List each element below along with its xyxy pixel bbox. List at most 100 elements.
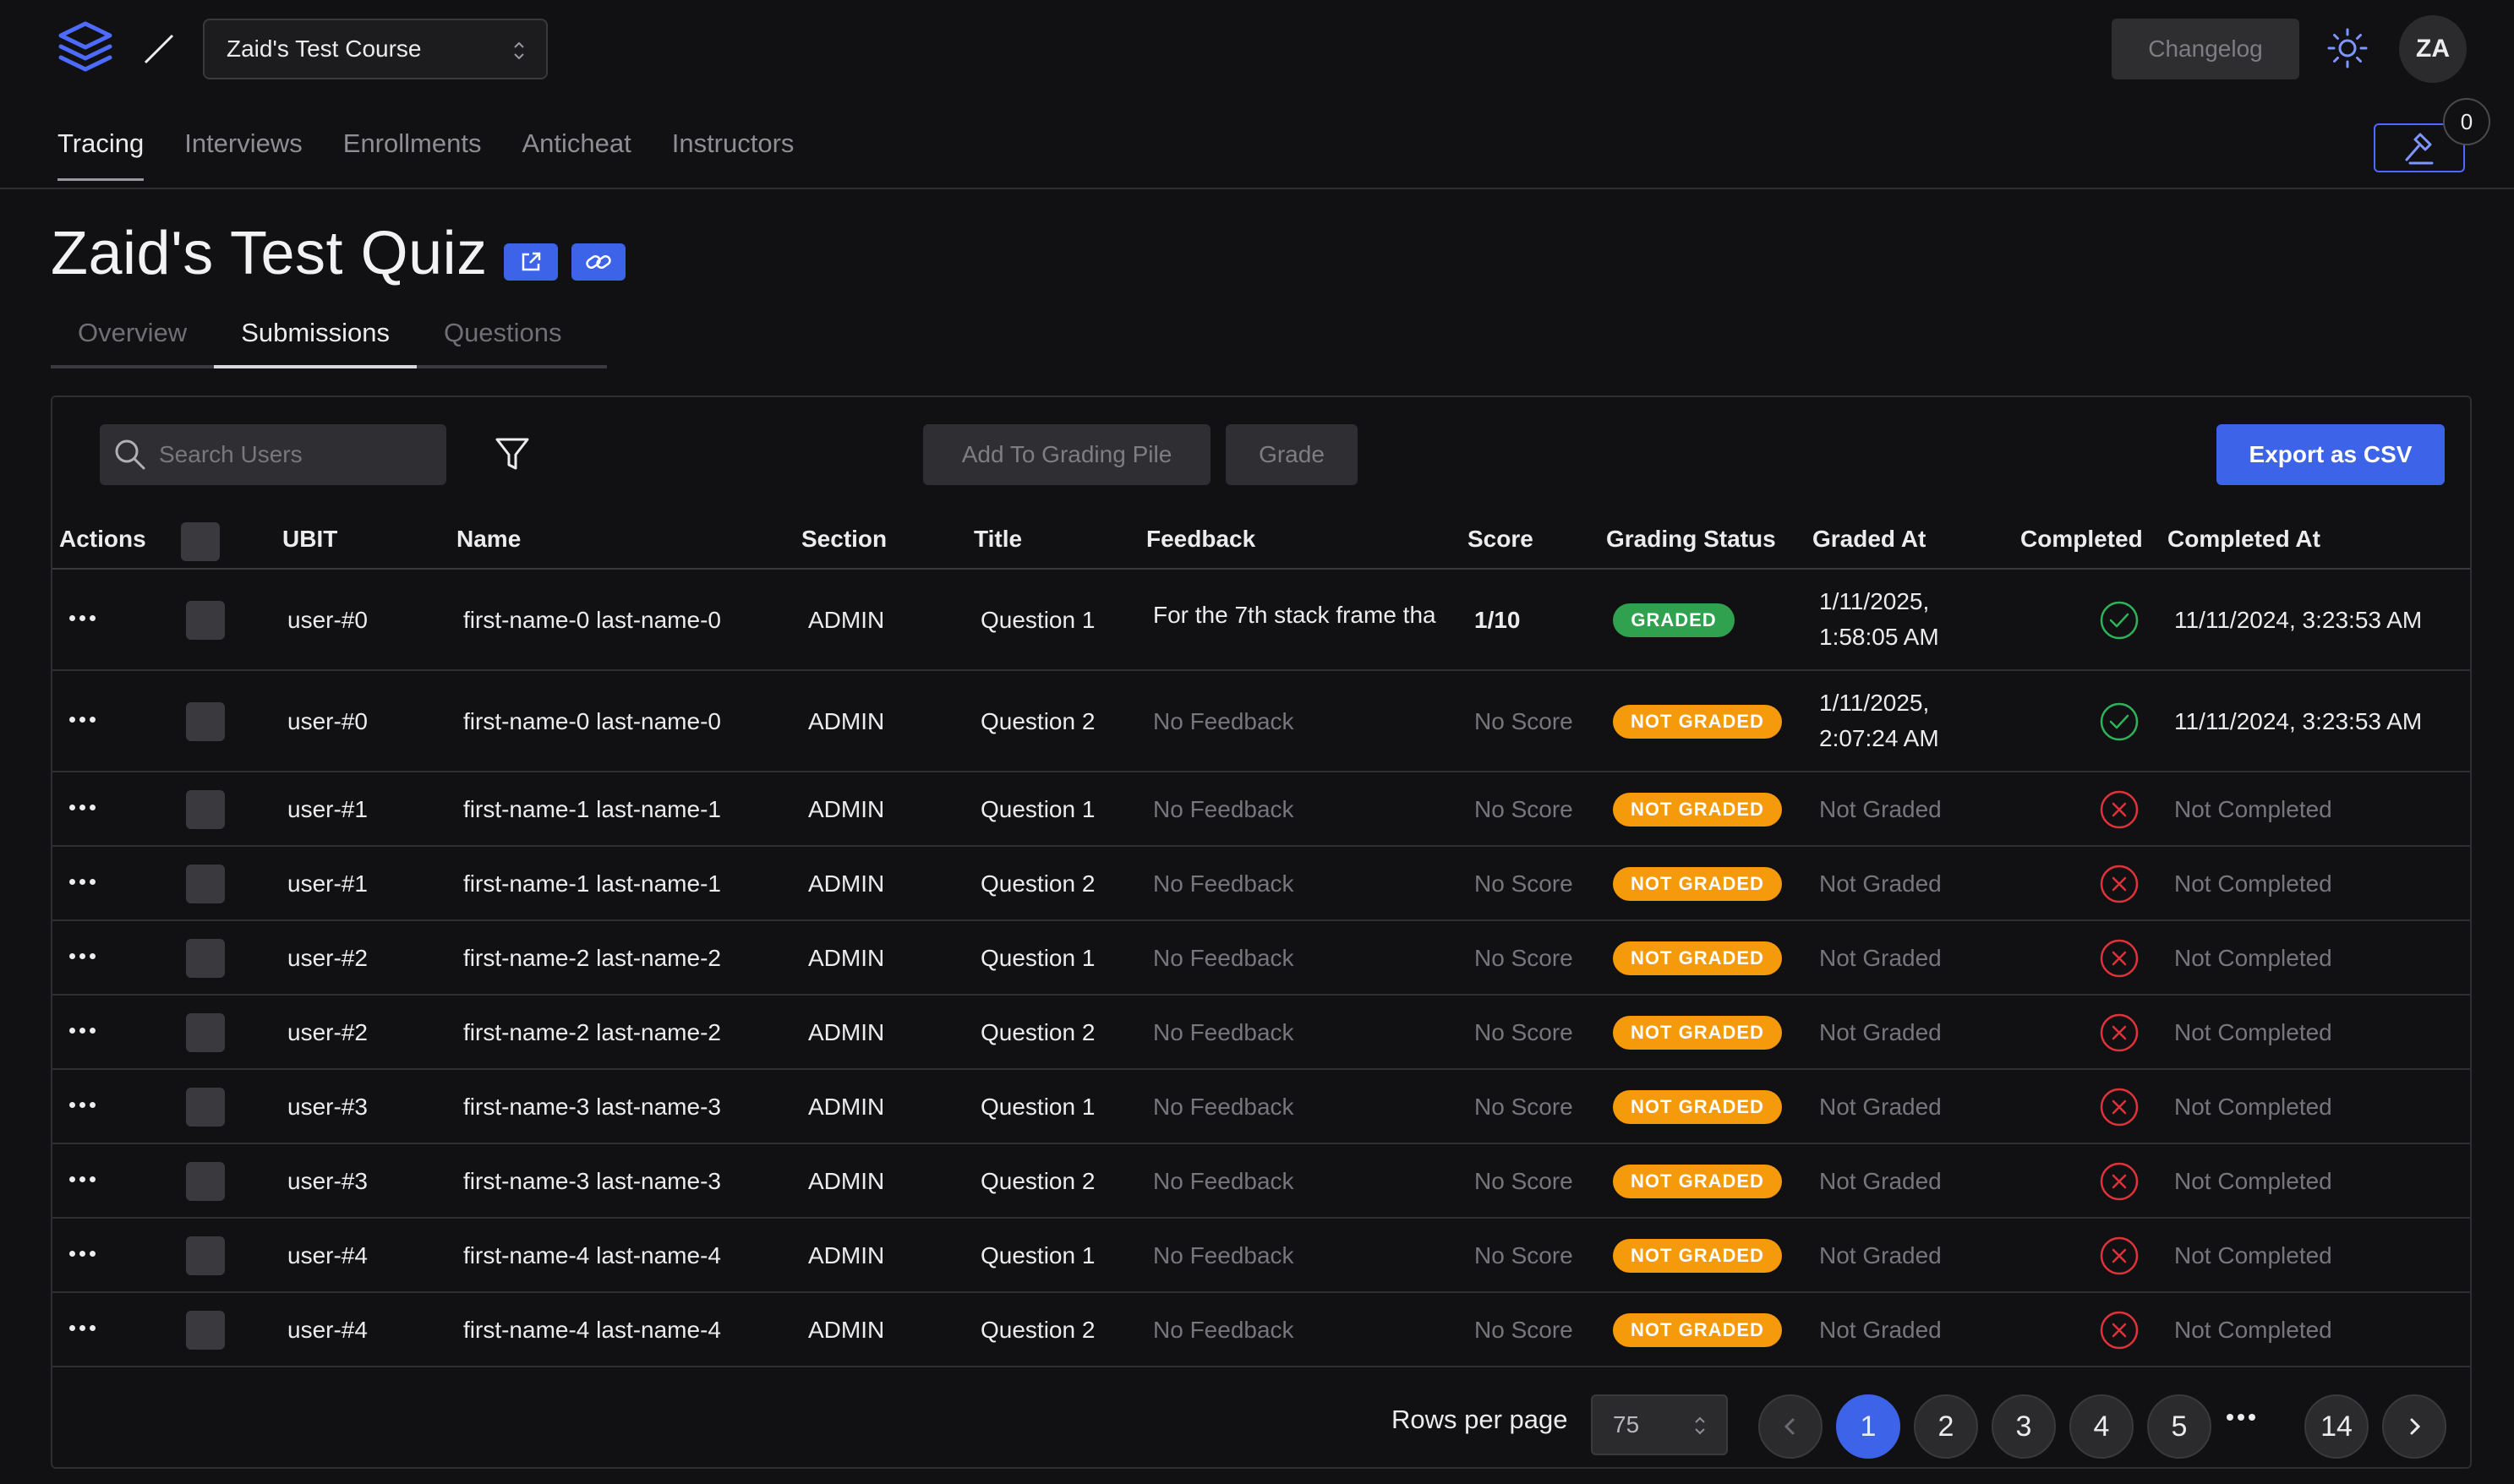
cell-name: first-name-0 last-name-0 bbox=[463, 607, 721, 633]
row-actions-menu-icon[interactable] bbox=[69, 1097, 101, 1108]
row-checkbox[interactable] bbox=[186, 1236, 225, 1275]
table-row[interactable]: user-#3 first-name-3 last-name-3 ADMIN Ques… bbox=[52, 1070, 2470, 1144]
cell-graded-at: Not Graded bbox=[1819, 870, 1942, 897]
row-checkbox[interactable] bbox=[186, 1311, 225, 1350]
cell-graded-at-time: 1:58:05 AM bbox=[1819, 624, 1939, 650]
grade-button[interactable]: Grade bbox=[1226, 424, 1358, 485]
cell-name: first-name-4 last-name-4 bbox=[463, 1242, 721, 1268]
cell-ubit: user-#3 bbox=[287, 1094, 368, 1120]
tab-questions[interactable]: Questions bbox=[417, 304, 589, 365]
page-button-4[interactable]: 4 bbox=[2069, 1394, 2134, 1459]
cell-name: first-name-2 last-name-2 bbox=[463, 1019, 721, 1045]
table-row[interactable]: user-#4 first-name-4 last-name-4 ADMIN Ques… bbox=[52, 1293, 2470, 1367]
completed-check-icon bbox=[2100, 601, 2139, 640]
row-actions-menu-icon[interactable] bbox=[69, 874, 101, 885]
row-checkbox[interactable] bbox=[186, 790, 225, 829]
table-row[interactable]: user-#1 first-name-1 last-name-1 ADMIN Ques… bbox=[52, 772, 2470, 847]
row-checkbox[interactable] bbox=[186, 702, 225, 741]
table-row[interactable]: user-#1 first-name-1 last-name-1 ADMIN Ques… bbox=[52, 847, 2470, 921]
tab-submissions[interactable]: Submissions bbox=[214, 304, 417, 368]
rows-per-page-label: Rows per page bbox=[1391, 1405, 1568, 1434]
row-checkbox[interactable] bbox=[186, 865, 225, 903]
cell-ubit: user-#4 bbox=[287, 1317, 368, 1343]
column-header-title[interactable]: Title bbox=[974, 526, 1022, 553]
submissions-panel: Add To Grading Pile Grade Export as CSV … bbox=[51, 396, 2472, 1469]
changelog-button[interactable]: Changelog bbox=[2112, 19, 2299, 79]
rows-per-page-select[interactable]: 75 bbox=[1591, 1394, 1728, 1455]
table-row[interactable]: user-#4 first-name-4 last-name-4 ADMIN Ques… bbox=[52, 1219, 2470, 1293]
row-actions-menu-icon[interactable] bbox=[69, 712, 101, 723]
table-row[interactable]: user-#3 first-name-3 last-name-3 ADMIN Ques… bbox=[52, 1144, 2470, 1219]
select-all-checkbox[interactable] bbox=[181, 522, 220, 561]
row-actions-menu-icon[interactable] bbox=[69, 1171, 101, 1182]
column-header-grading-status[interactable]: Grading Status bbox=[1606, 526, 1776, 553]
column-header-name[interactable]: Name bbox=[456, 526, 521, 553]
table-row[interactable]: user-#0 first-name-0 last-name-0 ADMIN Ques… bbox=[52, 570, 2470, 671]
cell-ubit: user-#1 bbox=[287, 870, 368, 897]
row-actions-menu-icon[interactable] bbox=[69, 799, 101, 810]
cell-ubit: user-#0 bbox=[287, 607, 368, 633]
table-row[interactable]: user-#2 first-name-2 last-name-2 ADMIN Ques… bbox=[52, 921, 2470, 996]
cell-name: first-name-3 last-name-3 bbox=[463, 1168, 721, 1194]
column-header-ubit[interactable]: UBIT bbox=[282, 526, 337, 553]
cell-score: No Score bbox=[1474, 945, 1573, 971]
cell-feedback: No Feedback bbox=[1153, 1019, 1294, 1045]
column-header-score[interactable]: Score bbox=[1467, 526, 1533, 553]
next-page-button[interactable] bbox=[2382, 1394, 2446, 1459]
cell-section: ADMIN bbox=[808, 1317, 885, 1343]
column-header-feedback[interactable]: Feedback bbox=[1146, 526, 1255, 553]
copy-link-button[interactable] bbox=[571, 243, 626, 281]
row-actions-menu-icon[interactable] bbox=[69, 610, 101, 621]
export-csv-button[interactable]: Export as CSV bbox=[2216, 424, 2445, 485]
table-row[interactable]: user-#2 first-name-2 last-name-2 ADMIN Ques… bbox=[52, 996, 2470, 1070]
column-header-graded-at[interactable]: Graded At bbox=[1812, 526, 1926, 553]
cell-title: Question 2 bbox=[981, 870, 1096, 897]
cell-title: Question 1 bbox=[981, 1242, 1096, 1268]
row-checkbox[interactable] bbox=[186, 1088, 225, 1127]
tab-tracing[interactable]: Tracing bbox=[57, 118, 145, 181]
column-header-section[interactable]: Section bbox=[801, 526, 887, 553]
tab-enrollments[interactable]: Enrollments bbox=[343, 118, 482, 181]
table-row[interactable]: user-#0 first-name-0 last-name-0 ADMIN Ques… bbox=[52, 671, 2470, 772]
row-checkbox[interactable] bbox=[186, 1013, 225, 1052]
previous-page-button[interactable] bbox=[1758, 1394, 1823, 1459]
filter-icon[interactable] bbox=[492, 433, 533, 475]
row-checkbox[interactable] bbox=[186, 601, 225, 640]
cell-name: first-name-1 last-name-1 bbox=[463, 870, 721, 897]
user-avatar[interactable]: ZA bbox=[2399, 15, 2467, 83]
search-users-input[interactable] bbox=[157, 440, 436, 469]
grading-status-badge: NOT GRADED bbox=[1613, 705, 1782, 739]
link-icon bbox=[586, 255, 611, 269]
row-actions-menu-icon[interactable] bbox=[69, 1246, 101, 1257]
row-actions-menu-icon[interactable] bbox=[69, 1023, 101, 1034]
row-actions-menu-icon[interactable] bbox=[69, 1320, 101, 1331]
grading-status-badge: NOT GRADED bbox=[1613, 793, 1782, 827]
cell-graded-at: Not Graded bbox=[1819, 1317, 1942, 1343]
external-link-icon bbox=[522, 252, 541, 271]
page-button-2[interactable]: 2 bbox=[1914, 1394, 1978, 1459]
column-header-completed-at[interactable]: Completed At bbox=[2167, 526, 2320, 553]
open-external-button[interactable] bbox=[504, 243, 558, 281]
theme-toggle-sun-icon[interactable] bbox=[2326, 27, 2369, 69]
row-actions-menu-icon[interactable] bbox=[69, 948, 101, 959]
column-header-completed[interactable]: Completed bbox=[2020, 526, 2143, 553]
page-button-1[interactable]: 1 bbox=[1836, 1394, 1900, 1459]
tab-interviews[interactable]: Interviews bbox=[184, 118, 303, 181]
page-title: Zaid's Test Quiz bbox=[51, 220, 488, 287]
add-to-grading-pile-button[interactable]: Add To Grading Pile bbox=[923, 424, 1211, 485]
page-button-last[interactable]: 14 bbox=[2304, 1394, 2369, 1459]
tab-instructors[interactable]: Instructors bbox=[672, 118, 795, 181]
tab-overview[interactable]: Overview bbox=[51, 304, 214, 365]
layers-logo-icon[interactable] bbox=[56, 20, 115, 76]
page-button-5[interactable]: 5 bbox=[2147, 1394, 2211, 1459]
chevron-updown-icon bbox=[1695, 1416, 1705, 1435]
course-selector[interactable]: Zaid's Test Course bbox=[203, 19, 548, 79]
cell-score: No Score bbox=[1474, 708, 1573, 734]
row-checkbox[interactable] bbox=[186, 1162, 225, 1201]
tab-anticheat[interactable]: Anticheat bbox=[522, 118, 631, 181]
breadcrumb-separator-icon bbox=[144, 34, 174, 64]
cell-feedback: No Feedback bbox=[1153, 870, 1294, 897]
page-button-3[interactable]: 3 bbox=[1992, 1394, 2056, 1459]
row-checkbox[interactable] bbox=[186, 939, 225, 978]
cell-feedback: No Feedback bbox=[1153, 1317, 1294, 1343]
